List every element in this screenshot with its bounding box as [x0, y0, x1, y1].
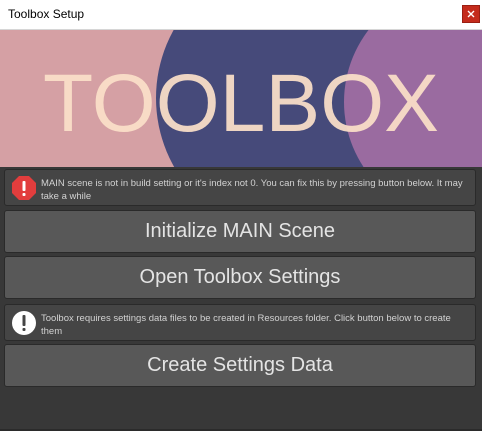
banner-logo-text: TOOLBOX	[43, 58, 439, 149]
window-title: Toolbox Setup	[8, 7, 85, 21]
close-icon	[467, 10, 475, 18]
open-toolbox-settings-button[interactable]: Open Toolbox Settings	[4, 256, 476, 299]
toolbox-banner: TOOLBOX	[0, 30, 482, 167]
close-button[interactable]	[462, 5, 480, 23]
initialize-main-scene-button[interactable]: Initialize MAIN Scene	[4, 210, 476, 253]
main-scene-warning-text: MAIN scene is not in build setting or it…	[41, 178, 463, 202]
settings-data-info-text: Toolbox requires settings data files to …	[41, 313, 451, 337]
error-icon	[12, 176, 36, 200]
banner-artwork: TOOLBOX	[0, 30, 482, 167]
create-settings-data-button[interactable]: Create Settings Data	[4, 344, 476, 387]
title-bar: Toolbox Setup	[0, 0, 482, 30]
info-icon	[12, 311, 36, 335]
settings-data-info-box: Toolbox requires settings data files to …	[4, 304, 476, 341]
main-scene-warning-box: MAIN scene is not in build setting or it…	[4, 169, 476, 206]
setup-panel: MAIN scene is not in build setting or it…	[0, 167, 482, 431]
